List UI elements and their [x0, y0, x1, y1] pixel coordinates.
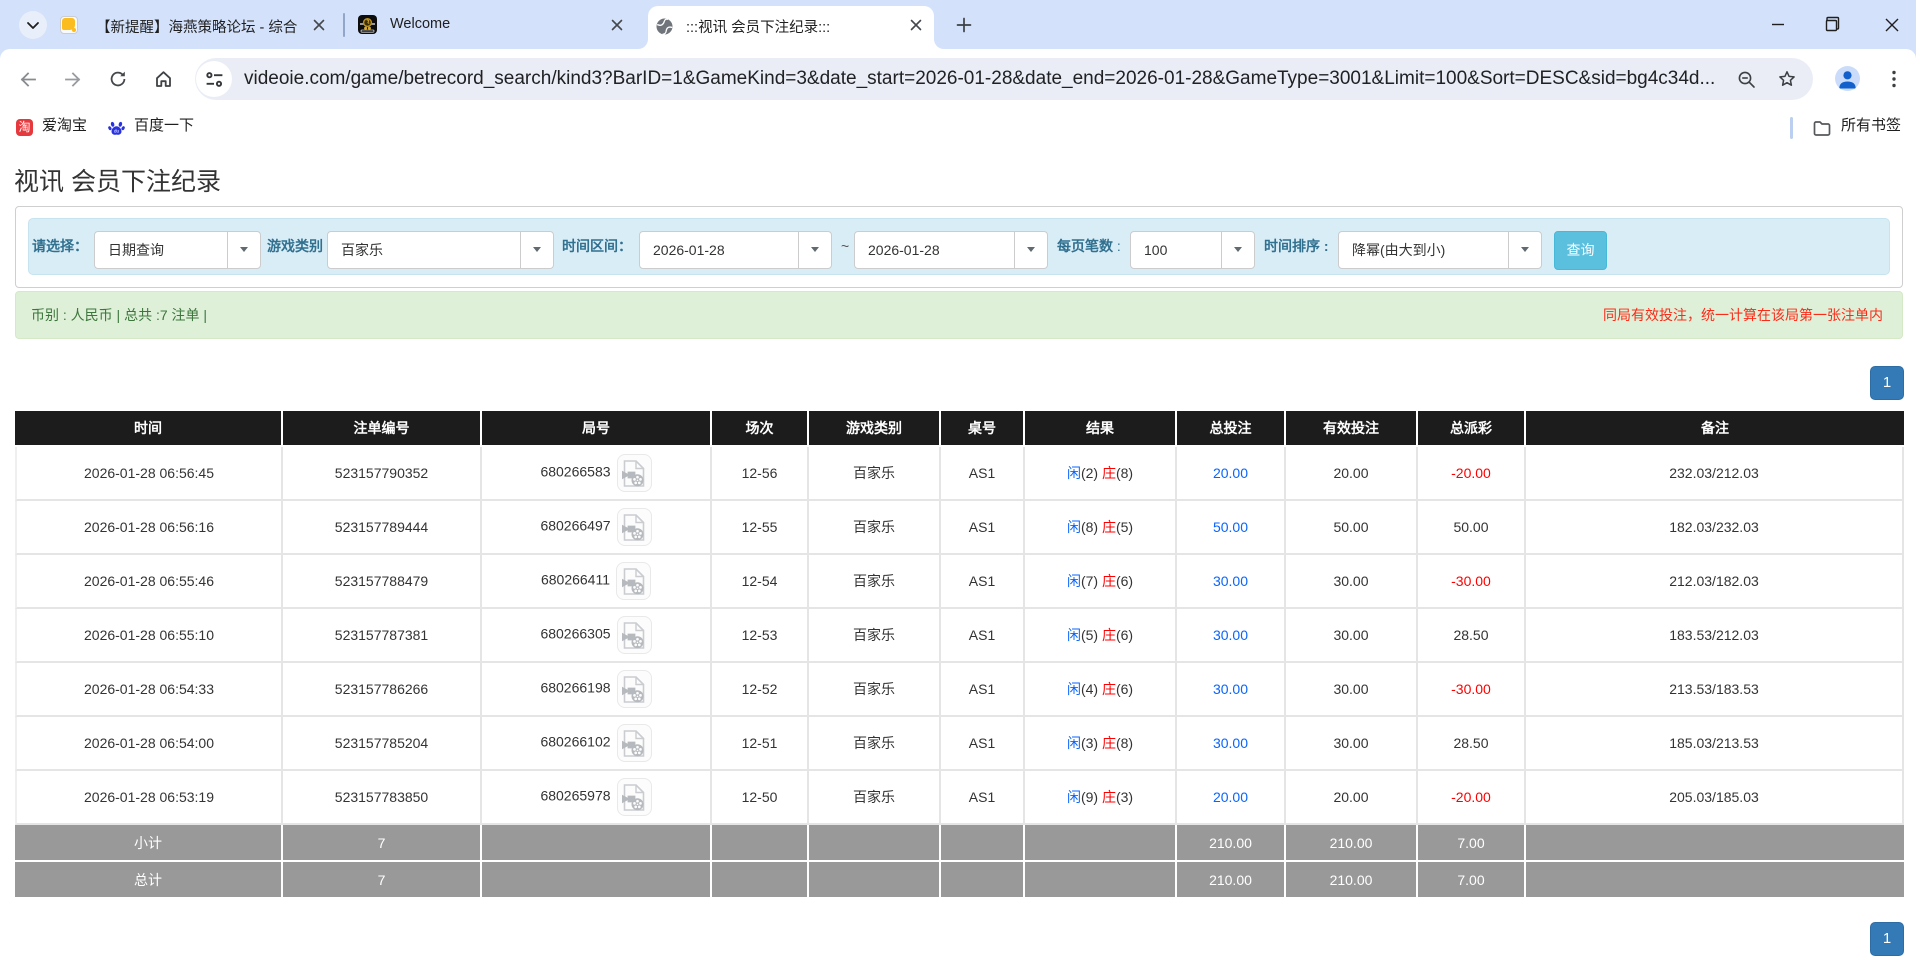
svg-text:du: du	[114, 128, 120, 133]
